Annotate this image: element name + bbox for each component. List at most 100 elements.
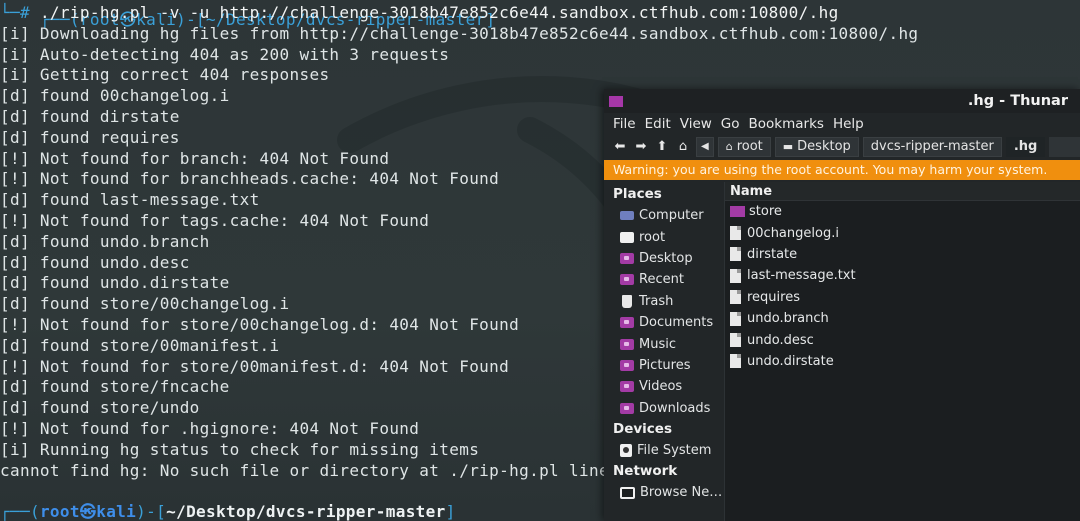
file-row-store[interactable]: store	[725, 201, 1080, 222]
file-name: undo.desc	[747, 332, 814, 348]
up-arrow-icon[interactable]: ⬆	[654, 138, 670, 156]
computer-icon	[620, 211, 634, 221]
terminal-output-line: [i] Auto-detecting 404 as 200 with 3 req…	[0, 44, 450, 64]
sidebar-item-trash[interactable]: Trash	[604, 291, 724, 312]
sidebar: Places Computer root Desktop Recent Tras…	[604, 182, 724, 521]
terminal-prompt: ┌──(root㉿kali)-[~/Desktop/dvcs-ripper-ma…	[0, 502, 456, 521]
file-name: store	[749, 204, 782, 220]
file-list[interactable]: Name store 00changelog.i dirstate last-m…	[724, 182, 1080, 521]
prompt-close: ]	[445, 502, 456, 521]
folder-icon	[730, 206, 745, 218]
sidebar-header-devices: Devices	[613, 420, 672, 437]
sidebar-header-places: Places	[613, 186, 662, 202]
breadcrumb-label: Desktop	[797, 139, 851, 154]
thunar-window[interactable]: .hg - Thunar File Edit View Go Bookmarks…	[604, 89, 1080, 521]
sidebar-item-root[interactable]: root	[604, 226, 724, 247]
sidebar-item-label: Downloads	[639, 400, 711, 416]
breadcrumb-fill	[1049, 137, 1080, 157]
breadcrumb-dvcs-ripper-master[interactable]: dvcs-ripper-master	[862, 137, 1002, 157]
breadcrumb-label: dvcs-ripper-master	[870, 139, 994, 154]
file-row-last-message[interactable]: last-message.txt	[725, 265, 1080, 286]
sidebar-item-downloads[interactable]: Downloads	[604, 398, 724, 419]
sidebar-item-label: Videos	[639, 379, 683, 395]
desktop-icon: ▬	[782, 140, 794, 153]
command-text: ./rip-hg.pl -v -u http://challenge-3018b…	[39, 3, 839, 22]
breadcrumb-root[interactable]: ⌂ root	[717, 137, 771, 157]
sidebar-item-label: Music	[639, 336, 676, 352]
sidebar-item-label: Trash	[639, 293, 674, 309]
terminal-output-line: [i] Getting correct 404 responses	[0, 65, 330, 85]
content-panes: Places Computer root Desktop Recent Tras…	[604, 182, 1080, 521]
location-toolbar: ⬅ ➡ ⬆ ⌂ ◀ ⌂ root ▬ Desktop dvcs-ripper-mas…	[604, 135, 1080, 159]
sidebar-item-label: Documents	[639, 315, 714, 331]
breadcrumb-label: root	[736, 139, 763, 154]
desktop-folder-icon	[620, 252, 634, 264]
sidebar-item-label: Recent	[639, 272, 684, 288]
title-bar[interactable]: .hg - Thunar	[604, 89, 1080, 113]
breadcrumb-scroll-left[interactable]: ◀	[696, 137, 714, 157]
sidebar-item-file-system[interactable]: File System	[604, 440, 724, 461]
sidebar-item-desktop[interactable]: Desktop	[604, 248, 724, 269]
file-icon	[730, 247, 741, 262]
file-row-undo-branch[interactable]: undo.branch	[725, 308, 1080, 329]
menu-edit[interactable]: Edit	[645, 116, 671, 132]
menu-file[interactable]: File	[613, 116, 636, 132]
home-folder-icon	[620, 231, 634, 243]
forward-arrow-icon[interactable]: ➡	[633, 138, 649, 156]
sidebar-item-browse-network[interactable]: Browse Ne…	[604, 482, 724, 503]
menu-bookmarks[interactable]: Bookmarks	[749, 116, 824, 132]
file-icon	[730, 333, 741, 348]
file-row-00changelog[interactable]: 00changelog.i	[725, 222, 1080, 243]
breadcrumb-hg[interactable]: .hg	[1005, 137, 1046, 157]
music-folder-icon	[620, 338, 634, 350]
prompt-cwd: ~/Desktop/dvcs-ripper-master	[166, 502, 446, 521]
file-icon	[730, 226, 741, 241]
pictures-folder-icon	[620, 359, 634, 371]
sidebar-item-videos[interactable]: Videos	[604, 376, 724, 397]
sidebar-item-label: Pictures	[639, 357, 691, 373]
chevron-left-icon: ◀	[701, 141, 709, 152]
sidebar-item-pictures[interactable]: Pictures	[604, 355, 724, 376]
menu-help[interactable]: Help	[833, 116, 864, 132]
recent-folder-icon	[620, 274, 634, 286]
breadcrumb-label: .hg	[1013, 139, 1038, 154]
file-row-dirstate[interactable]: dirstate	[725, 244, 1080, 265]
menu-bar: File Edit View Go Bookmarks Help	[604, 113, 1080, 135]
terminal-command-line: └─# ./rip-hg.pl -v -u http://challenge-3…	[0, 3, 918, 24]
monitor-icon	[620, 486, 635, 499]
menu-go[interactable]: Go	[721, 116, 740, 132]
file-name: requires	[747, 289, 800, 305]
file-icon	[730, 290, 741, 305]
file-icon	[730, 268, 741, 283]
home-icon[interactable]: ⌂	[675, 138, 691, 156]
back-arrow-icon[interactable]: ⬅	[612, 138, 628, 156]
prompt-symbol: └─#	[0, 3, 40, 22]
sidebar-item-label: Computer	[639, 208, 704, 224]
drive-icon	[620, 444, 632, 458]
breadcrumb-desktop[interactable]: ▬ Desktop	[774, 137, 859, 157]
file-icon	[730, 354, 741, 369]
documents-folder-icon	[620, 317, 634, 329]
file-row-undo-dirstate[interactable]: undo.dirstate	[725, 351, 1080, 372]
prompt-user: root㉿kali	[39, 502, 137, 521]
file-row-requires[interactable]: requires	[725, 287, 1080, 308]
sidebar-item-music[interactable]: Music	[604, 333, 724, 354]
terminal-output-line: [i] Downloading hg files from http://cha…	[0, 23, 919, 43]
prompt-mid: )-[	[136, 502, 167, 521]
sidebar-item-label: File System	[637, 443, 712, 459]
sidebar-item-documents[interactable]: Documents	[604, 312, 724, 333]
trash-icon	[622, 294, 632, 308]
file-name: undo.dirstate	[747, 353, 834, 369]
folder-icon	[609, 96, 623, 107]
downloads-folder-icon	[620, 402, 634, 414]
menu-view[interactable]: View	[680, 116, 712, 132]
file-row-undo-desc[interactable]: undo.desc	[725, 329, 1080, 350]
sidebar-item-computer[interactable]: Computer	[604, 205, 724, 226]
videos-folder-icon	[620, 381, 634, 393]
sidebar-header-network: Network	[613, 463, 678, 480]
sidebar-item-label: Desktop	[639, 250, 693, 266]
sidebar-item-label: Browse Ne…	[640, 485, 723, 501]
column-header-name[interactable]: Name	[725, 182, 1080, 201]
sidebar-item-recent[interactable]: Recent	[604, 269, 724, 290]
file-icon	[730, 311, 741, 326]
